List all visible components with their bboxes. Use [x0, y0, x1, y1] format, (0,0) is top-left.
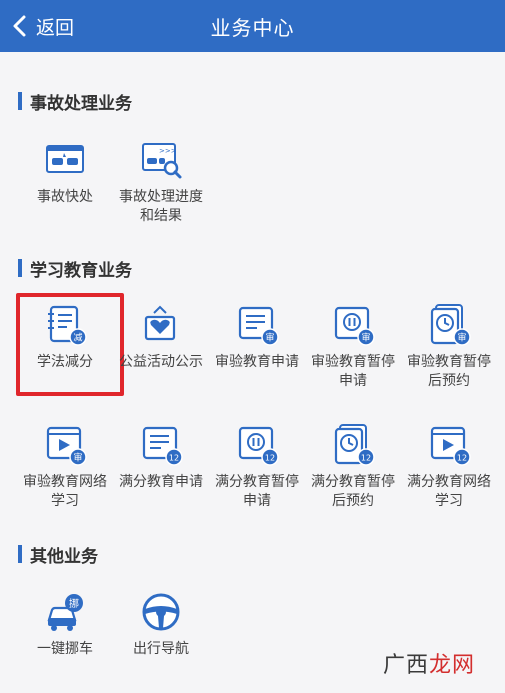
section-title: 其他业务 [30, 546, 98, 567]
study-tile-7[interactable]: 12 满分教育暂停申请 [209, 423, 305, 511]
full-score-video-icon: 12 [427, 423, 471, 467]
tile-label: 满分教育暂停后预约 [311, 474, 395, 509]
review-video-icon: 审 [43, 423, 87, 467]
tile-label: 审验教育网络学习 [23, 474, 107, 509]
heart-hands-icon [139, 303, 183, 347]
tile-label: 学法减分 [37, 354, 93, 370]
full-score-clock-icon: 12 [331, 423, 375, 467]
study-tile-1[interactable]: 公益活动公示 [113, 303, 209, 372]
tile-label: 事故处理进度和结果 [119, 189, 203, 224]
tile-label: 出行导航 [133, 641, 189, 657]
review-clock-icon: 审 [427, 303, 471, 347]
section-study: 学习教育业务 [18, 257, 132, 281]
svg-text:12: 12 [361, 454, 371, 463]
tile-label: 审验教育申请 [215, 354, 299, 370]
svg-text:>>>: >>> [159, 147, 177, 155]
study-deduct-icon: 减 [43, 303, 87, 347]
tile-label: 审验教育暂停后预约 [407, 354, 491, 389]
page-title: 业务中心 [210, 16, 295, 40]
study-tile-0[interactable]: 减学法减分 [17, 303, 113, 372]
study-tile-3[interactable]: 审审验教育暂停申请 [305, 303, 401, 391]
svg-text:减: 减 [73, 332, 82, 344]
tile-label: 满分教育申请 [119, 474, 203, 490]
tile-label: 公益活动公示 [119, 354, 203, 370]
watermark-logo: 广西 龙网 [382, 653, 475, 678]
svg-text:12: 12 [457, 454, 467, 463]
navigation-button[interactable]: 出行导航 [113, 590, 209, 659]
full-score-pause-icon: 12 [235, 423, 279, 467]
section-accident: 事故处理业务 [18, 90, 132, 114]
review-doc-icon: 审 [235, 303, 279, 347]
tile-label: 一键挪车 [37, 641, 93, 657]
svg-text:挪: 挪 [69, 597, 79, 610]
accident-search-icon: >>> [139, 138, 183, 182]
study-tile-9[interactable]: 12 满分教育网络学习 [401, 423, 497, 511]
accident-progress-button[interactable]: >>> 事故处理进度和结果 [113, 138, 209, 226]
tile-label: 满分教育暂停申请 [215, 474, 299, 509]
study-tile-8[interactable]: 12 满分教育暂停后预约 [305, 423, 401, 511]
section-title: 事故处理业务 [30, 93, 132, 114]
tile-label: 满分教育网络学习 [407, 474, 491, 509]
svg-text:12: 12 [169, 454, 179, 463]
study-tile-4[interactable]: 审审验教育暂停后预约 [401, 303, 497, 391]
study-tile-5[interactable]: 审审验教育网络学习 [17, 423, 113, 511]
svg-text:审: 审 [361, 332, 370, 344]
svg-text:审: 审 [73, 452, 82, 464]
study-tile-6[interactable]: 12 满分教育申请 [113, 423, 209, 492]
move-car-button[interactable]: 挪 一键挪车 [17, 590, 113, 659]
section-title: 学习教育业务 [30, 260, 132, 281]
svg-text:12: 12 [265, 454, 275, 463]
accident-quick-button[interactable]: 事故快处 [17, 138, 113, 207]
move-car-icon: 挪 [43, 590, 87, 634]
svg-text:审: 审 [457, 332, 466, 344]
section-other: 其他业务 [18, 543, 98, 567]
study-tile-2[interactable]: 审审验教育申请 [209, 303, 305, 372]
review-pause-icon: 审 [331, 303, 375, 347]
svg-text:审: 审 [265, 332, 274, 344]
full-score-doc-icon: 12 [139, 423, 183, 467]
steering-wheel-icon [139, 590, 183, 634]
tile-label: 审验教育暂停申请 [311, 354, 395, 389]
accident-car-icon [43, 138, 87, 182]
app-header: 返回 业务中心 [0, 0, 505, 52]
tile-label: 事故快处 [37, 189, 93, 205]
